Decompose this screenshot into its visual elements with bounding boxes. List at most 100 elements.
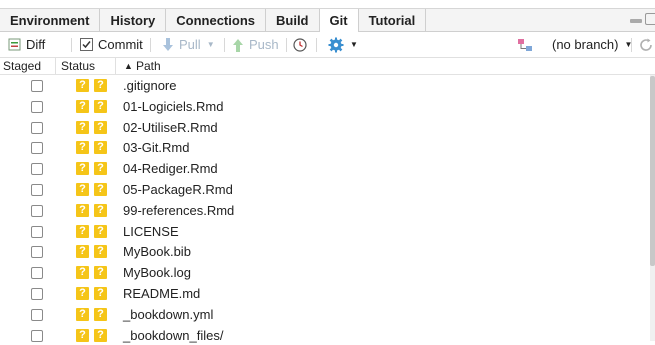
branch-label: (no branch) <box>552 37 619 52</box>
column-divider[interactable] <box>55 58 56 74</box>
staged-checkbox[interactable] <box>31 246 43 259</box>
staged-checkbox[interactable] <box>31 100 43 113</box>
changes-table-body: ?? .gitignore?? 01-Logiciels.Rmd?? 02-Utili… <box>0 75 655 345</box>
commit-button[interactable]: Commit <box>80 32 143 57</box>
branch-icon <box>518 38 532 51</box>
column-divider[interactable] <box>115 58 116 74</box>
untracked-worktree-status-icon: ? <box>94 182 107 196</box>
file-path: _bookdown_files/ <box>123 327 224 343</box>
tab-environment[interactable]: Environment <box>0 9 101 32</box>
table-row[interactable]: ?? MyBook.log <box>0 262 655 283</box>
staged-checkbox[interactable] <box>31 204 43 217</box>
settings-dropdown-icon[interactable]: ▼ <box>350 40 358 49</box>
status-column-header[interactable]: Status <box>61 58 95 74</box>
untracked-worktree-status-icon: ? <box>94 328 107 342</box>
table-row[interactable]: ?? _bookdown_files/ <box>0 325 655 345</box>
push-button[interactable]: Push <box>232 32 279 57</box>
untracked-index-status-icon: ? <box>76 328 89 342</box>
untracked-index-status-icon: ? <box>76 266 89 280</box>
staged-checkbox[interactable] <box>31 287 43 300</box>
history-button[interactable] <box>293 32 307 57</box>
untracked-index-status-icon: ? <box>76 245 89 259</box>
file-path: 05-PackageR.Rmd <box>123 181 233 197</box>
minimize-pane-icon[interactable] <box>629 13 643 25</box>
pull-button[interactable]: Pull ▼ <box>162 32 215 57</box>
tab-history[interactable]: History <box>100 9 167 32</box>
table-row[interactable]: ?? LICENSE <box>0 221 655 242</box>
table-row[interactable]: ?? MyBook.bib <box>0 241 655 262</box>
untracked-worktree-status-icon: ? <box>94 120 107 134</box>
untracked-worktree-status-icon: ? <box>94 203 107 217</box>
untracked-worktree-status-icon: ? <box>94 99 107 113</box>
changes-table-header: Staged Status ▲ Path <box>0 58 655 75</box>
toolbar-divider <box>150 38 151 52</box>
diff-button[interactable]: Diff <box>8 32 45 57</box>
file-path: 03-Git.Rmd <box>123 140 190 156</box>
untracked-index-status-icon: ? <box>76 141 89 155</box>
push-arrow-up-icon <box>233 38 243 52</box>
git-toolbar: Diff Commit Pull ▼ Push ▼ (no branch) ▼ <box>0 32 655 58</box>
staged-column-header[interactable]: Staged <box>3 58 41 74</box>
toolbar-divider <box>316 38 317 52</box>
staged-checkbox[interactable] <box>31 183 43 196</box>
untracked-worktree-status-icon: ? <box>94 79 107 92</box>
table-row[interactable]: ?? 05-PackageR.Rmd <box>0 179 655 200</box>
staged-checkbox[interactable] <box>31 225 43 238</box>
tab-tutorial[interactable]: Tutorial <box>359 9 427 32</box>
tab-git[interactable]: Git <box>319 9 359 33</box>
scrollbar-thumb[interactable] <box>650 76 655 266</box>
pull-dropdown-icon[interactable]: ▼ <box>207 40 215 49</box>
staged-checkbox[interactable] <box>31 121 43 134</box>
untracked-index-status-icon: ? <box>76 307 89 321</box>
staged-checkbox[interactable] <box>31 329 43 342</box>
toolbar-divider <box>286 38 287 52</box>
staged-checkbox[interactable] <box>31 80 43 92</box>
untracked-index-status-icon: ? <box>76 79 89 92</box>
pane-tab-bar: Environment History Connections Build Gi… <box>0 8 655 33</box>
staged-checkbox[interactable] <box>31 163 43 176</box>
untracked-index-status-icon: ? <box>76 286 89 300</box>
tab-list: Environment History Connections Build Gi… <box>0 9 427 33</box>
history-clock-icon <box>293 37 307 52</box>
window-controls <box>629 13 655 25</box>
staged-checkbox[interactable] <box>31 308 43 321</box>
table-row[interactable]: ?? 04-Rediger.Rmd <box>0 158 655 179</box>
file-path: _bookdown.yml <box>123 306 214 322</box>
untracked-index-status-icon: ? <box>76 162 89 176</box>
untracked-worktree-status-icon: ? <box>94 141 107 155</box>
branch-switch-button[interactable] <box>517 32 533 57</box>
tab-build[interactable]: Build <box>266 9 320 32</box>
table-row[interactable]: ?? 02-UtiliseR.Rmd <box>0 117 655 138</box>
untracked-worktree-status-icon: ? <box>94 162 107 176</box>
table-row[interactable]: ?? README.md <box>0 283 655 304</box>
table-row[interactable]: ?? 03-Git.Rmd <box>0 137 655 158</box>
vertical-scrollbar[interactable] <box>650 75 655 341</box>
file-path: MyBook.bib <box>123 244 191 260</box>
file-path: 99-references.Rmd <box>123 202 235 218</box>
refresh-button[interactable] <box>638 32 654 57</box>
file-path: LICENSE <box>123 223 179 239</box>
refresh-icon <box>640 38 652 51</box>
toolbar-divider <box>224 38 225 52</box>
table-row[interactable]: ?? _bookdown.yml <box>0 304 655 325</box>
untracked-index-status-icon: ? <box>76 120 89 134</box>
staged-checkbox[interactable] <box>31 142 43 155</box>
staged-checkbox[interactable] <box>31 267 43 280</box>
path-column-header[interactable]: Path <box>136 58 161 74</box>
untracked-index-status-icon: ? <box>76 182 89 196</box>
maximize-pane-icon[interactable] <box>645 13 655 25</box>
more-settings-button[interactable]: ▼ <box>328 32 358 57</box>
sort-ascending-icon: ▲ <box>124 61 133 71</box>
pull-arrow-down-icon <box>163 37 173 51</box>
table-row[interactable]: ?? .gitignore <box>0 75 655 96</box>
toolbar-divider <box>631 38 632 52</box>
untracked-worktree-status-icon: ? <box>94 286 107 300</box>
diff-icon <box>8 38 21 51</box>
table-row[interactable]: ?? 99-references.Rmd <box>0 200 655 221</box>
untracked-index-status-icon: ? <box>76 224 89 238</box>
push-label: Push <box>249 37 279 52</box>
tab-connections[interactable]: Connections <box>166 9 266 32</box>
branch-dropdown[interactable]: (no branch) ▼ <box>552 32 632 57</box>
table-row[interactable]: ?? 01-Logiciels.Rmd <box>0 96 655 117</box>
untracked-worktree-status-icon: ? <box>94 266 107 280</box>
